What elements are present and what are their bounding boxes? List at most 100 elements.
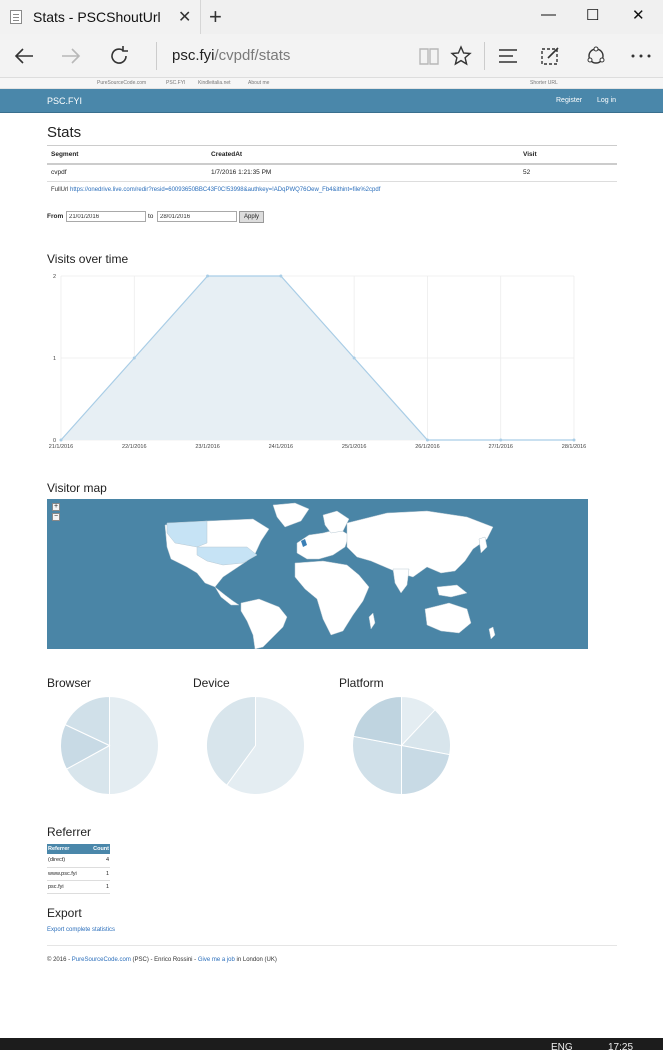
- pie-slice[interactable]: [352, 695, 402, 747]
- cell-referrer: psc.fyi: [47, 880, 87, 894]
- x-tick-label: 23/1/2016: [195, 444, 219, 450]
- address-bar[interactable]: psc.fyi/cvpdf/stats: [172, 47, 290, 64]
- column-header-createdat: CreatedAt: [207, 145, 519, 165]
- reading-view-icon[interactable]: [418, 45, 440, 67]
- visits-data-point[interactable]: [352, 356, 356, 360]
- login-link[interactable]: Log in: [597, 97, 616, 104]
- brand-logo[interactable]: PSC.FYI: [47, 96, 82, 106]
- x-tick-label: 26/1/2016: [415, 444, 439, 450]
- cell-createdat: 1/7/2016 1:21:35 PM: [207, 163, 519, 182]
- favorite-star-icon[interactable]: [450, 45, 472, 67]
- table-row: psc.fyi 1: [47, 880, 110, 894]
- top-link-kindleitalia[interactable]: Kindleitalia.net: [198, 80, 231, 86]
- top-link-about[interactable]: About me: [248, 80, 269, 86]
- x-tick-label: 22/1/2016: [122, 444, 146, 450]
- divider: [484, 42, 485, 70]
- top-links-bar: PureSourceCode.com PSC.FYI Kindleitalia.…: [0, 78, 663, 89]
- full-url-link[interactable]: https://onedrive.live.com/redir?resid=60…: [70, 187, 380, 193]
- visits-data-point[interactable]: [206, 274, 210, 278]
- visits-title: Visits over time: [47, 252, 129, 266]
- visits-data-point[interactable]: [425, 438, 429, 442]
- browser-pie-title: Browser: [47, 676, 92, 690]
- device-pie-chart: [206, 695, 305, 795]
- visitor-map[interactable]: + −: [47, 499, 588, 649]
- referrer-table: Referrer Count (direct) 4 www.psc.fyi 1 …: [47, 844, 110, 894]
- x-tick-label: 21/1/2016: [49, 444, 73, 450]
- column-header-referrer: Referrer: [47, 844, 87, 854]
- share-icon[interactable]: [585, 45, 607, 67]
- visits-chart: 01221/1/2016 22/1/2016 23/1/2016 24/1/2016 2…: [49, 274, 586, 450]
- navigation-bar: psc.fyi/cvpdf/stats: [0, 34, 663, 78]
- table-header-row: Segment CreatedAt Visit: [47, 145, 617, 165]
- table-header-row: Referrer Count: [47, 844, 110, 854]
- tab-title: Stats - PSCShoutUrl: [33, 9, 161, 25]
- taskbar: ENG 17:25: [0, 1038, 663, 1050]
- maximize-button[interactable]: ☐: [586, 6, 599, 24]
- hub-icon[interactable]: [497, 45, 519, 67]
- cell-referrer: www.psc.fyi: [47, 867, 87, 881]
- footer-site-link[interactable]: PureSourceCode.com: [72, 957, 131, 963]
- close-window-button[interactable]: ✕: [632, 6, 645, 24]
- footer-location: in London (UK): [234, 957, 277, 963]
- device-pie-title: Device: [193, 676, 230, 690]
- footer-job-link[interactable]: Give me a job: [198, 957, 235, 963]
- top-link-pscfyi[interactable]: PSC.FYI: [166, 80, 185, 86]
- visits-data-point[interactable]: [132, 356, 136, 360]
- full-url-label: FullUrl: [51, 187, 69, 193]
- browser-tab[interactable]: Stats - PSCShoutUrl ✕: [0, 0, 201, 34]
- export-title: Export: [47, 906, 82, 920]
- footer: © 2016 - PureSourceCode.com (PSC) - Enri…: [47, 957, 277, 963]
- pie-slice[interactable]: [401, 744, 451, 796]
- register-link[interactable]: Register: [556, 97, 582, 104]
- clock[interactable]: 17:25: [608, 1042, 633, 1050]
- visits-data-point[interactable]: [499, 438, 503, 442]
- from-date-input[interactable]: [66, 211, 146, 222]
- cell-count: 4: [86, 854, 110, 868]
- site-header: PSC.FYI Register Log in: [0, 89, 663, 113]
- refresh-icon[interactable]: [107, 44, 131, 68]
- visits-data-point[interactable]: [59, 438, 63, 442]
- visits-data-point[interactable]: [279, 274, 283, 278]
- platform-pie-chart: [352, 695, 451, 796]
- column-header-count: Count: [86, 844, 110, 854]
- x-tick-label: 28/1/2016: [562, 444, 586, 450]
- column-header-visit: Visit: [519, 145, 617, 165]
- cell-count: 1: [86, 867, 110, 881]
- apply-button[interactable]: Apply: [239, 211, 264, 223]
- cell-count: 1: [86, 880, 110, 894]
- web-note-icon[interactable]: [540, 45, 562, 67]
- forward-icon[interactable]: [59, 44, 83, 68]
- shorter-url-link[interactable]: Shorter URL: [530, 80, 558, 86]
- back-icon[interactable]: [12, 44, 36, 68]
- referrer-title: Referrer: [47, 825, 92, 839]
- url-path: /cvpdf/stats: [214, 47, 291, 64]
- tab-close-icon[interactable]: ✕: [178, 7, 191, 27]
- table-row: cvpdf 1/7/2016 1:21:35 PM 52: [47, 163, 617, 182]
- cell-visit: 52: [519, 163, 617, 182]
- y-tick-label: 1: [53, 356, 56, 362]
- cell-segment: cvpdf: [47, 163, 207, 182]
- page-title: Stats: [47, 124, 82, 141]
- divider: [47, 945, 617, 946]
- to-date-input[interactable]: [157, 211, 237, 222]
- x-tick-label: 24/1/2016: [269, 444, 293, 450]
- more-icon[interactable]: [630, 45, 652, 67]
- from-label: From: [47, 213, 64, 220]
- new-tab-icon[interactable]: +: [209, 4, 222, 30]
- divider: [156, 42, 157, 70]
- export-statistics-link[interactable]: Export complete statistics: [47, 927, 115, 933]
- minimize-button[interactable]: —: [541, 6, 556, 23]
- url-host: psc.fyi: [172, 47, 215, 64]
- pie-slice[interactable]: [109, 695, 159, 796]
- column-header-segment: Segment: [47, 145, 207, 165]
- table-row: www.psc.fyi 1: [47, 867, 110, 881]
- platform-pie-title: Platform: [339, 676, 384, 690]
- title-bar: Stats - PSCShoutUrl ✕ + — ☐ ✕: [0, 0, 663, 34]
- top-link-puresourcecode[interactable]: PureSourceCode.com: [97, 80, 146, 86]
- browser-pie-chart: [60, 695, 159, 796]
- table-row: (direct) 4: [47, 854, 110, 868]
- visits-data-point[interactable]: [572, 438, 576, 442]
- pie-slice[interactable]: [352, 735, 402, 796]
- language-indicator[interactable]: ENG: [551, 1042, 573, 1050]
- map-title: Visitor map: [47, 481, 107, 495]
